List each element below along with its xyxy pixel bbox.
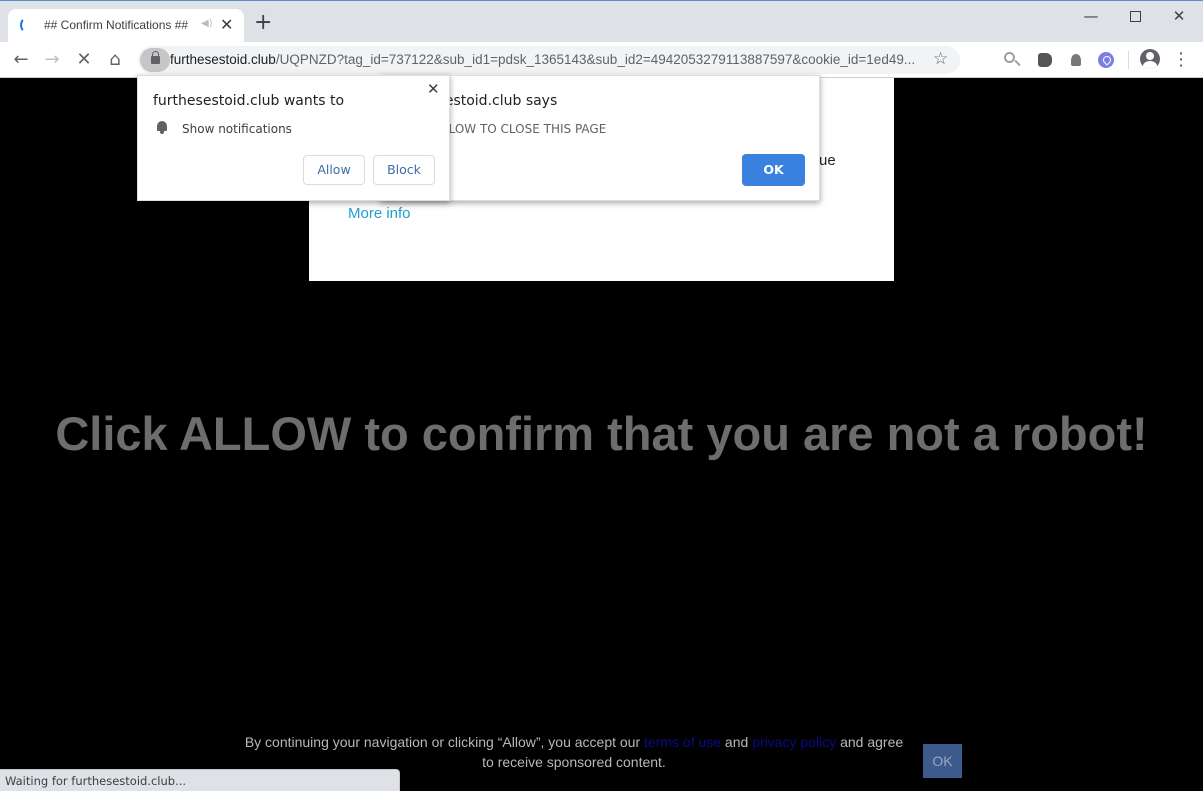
lock-icon: [151, 51, 160, 64]
browser-toolbar: ← → ✕ ⌂ furthesestoid.club/UQPNZD?tag_id…: [0, 42, 1203, 78]
permission-label: Show notifications: [182, 122, 292, 136]
consent-text-part: By continuing your navigation or clickin…: [244, 734, 645, 750]
status-text: Waiting for furthesestoid.club...: [5, 774, 187, 788]
back-button[interactable]: ←: [9, 48, 33, 72]
url-path: /UQPNZD?tag_id=737122&sub_id1=pdsk_13651…: [275, 52, 916, 67]
block-button[interactable]: Block: [373, 155, 435, 185]
speaker-muted-icon[interactable]: ◀): [201, 18, 213, 29]
minimize-button[interactable]: —: [1076, 7, 1106, 27]
profile-avatar-icon[interactable]: [1140, 49, 1160, 69]
window-close-button[interactable]: ✕: [1164, 7, 1194, 27]
card-text: ue: [819, 152, 836, 169]
maximize-icon: [1129, 11, 1141, 22]
loading-spinner-icon: [20, 17, 34, 33]
more-info-link[interactable]: More info: [348, 205, 411, 222]
browser-menu-icon[interactable]: ⋮: [1172, 48, 1190, 72]
page-headline: Click ALLOW to confirm that you are not …: [55, 407, 1148, 460]
forward-button[interactable]: →: [40, 48, 64, 72]
permission-title: furthesestoid.club wants to: [153, 93, 345, 109]
bookmark-star-icon[interactable]: ☆: [933, 49, 948, 69]
close-icon[interactable]: ✕: [427, 80, 440, 98]
terms-of-use-link[interactable]: terms of use: [644, 734, 721, 750]
consent-ok-button[interactable]: OK: [923, 744, 962, 778]
tab-close-icon[interactable]: ✕: [220, 15, 233, 34]
url-text[interactable]: furthesestoid.club/UQPNZD?tag_id=737122&…: [170, 52, 915, 67]
consent-text-part: and: [721, 734, 753, 750]
privacy-policy-link[interactable]: privacy policy: [752, 734, 836, 750]
site-info-button[interactable]: [140, 48, 170, 72]
stop-loading-button[interactable]: ✕: [72, 48, 96, 72]
url-host: furthesestoid.club: [170, 52, 276, 67]
toolbar-divider: [1128, 51, 1129, 69]
new-tab-button[interactable]: +: [254, 12, 272, 34]
extension-icon[interactable]: [1035, 50, 1055, 70]
bell-icon: [156, 121, 168, 134]
consent-text: By continuing your navigation or clickin…: [238, 732, 910, 772]
status-bubble: Waiting for furthesestoid.club...: [0, 769, 400, 791]
tab-strip: ## Confirm Notifications ## ◀) ✕ + — ✕: [0, 0, 1203, 43]
location-pin-extension-icon[interactable]: [1096, 50, 1116, 70]
home-button[interactable]: ⌂: [103, 48, 127, 72]
address-bar[interactable]: furthesestoid.club/UQPNZD?tag_id=737122&…: [138, 46, 960, 74]
browser-tab[interactable]: ## Confirm Notifications ## ◀) ✕: [8, 9, 244, 43]
zoom-out-icon[interactable]: [1002, 50, 1022, 70]
permission-prompt: furthesestoid.club wants to ✕ Show notif…: [137, 75, 450, 201]
allow-button[interactable]: Allow: [303, 155, 365, 185]
alert-ok-button[interactable]: OK: [742, 154, 805, 186]
tab-title: ## Confirm Notifications ##: [44, 18, 189, 32]
maximize-button[interactable]: [1120, 7, 1150, 27]
extension-icon[interactable]: [1066, 50, 1086, 70]
